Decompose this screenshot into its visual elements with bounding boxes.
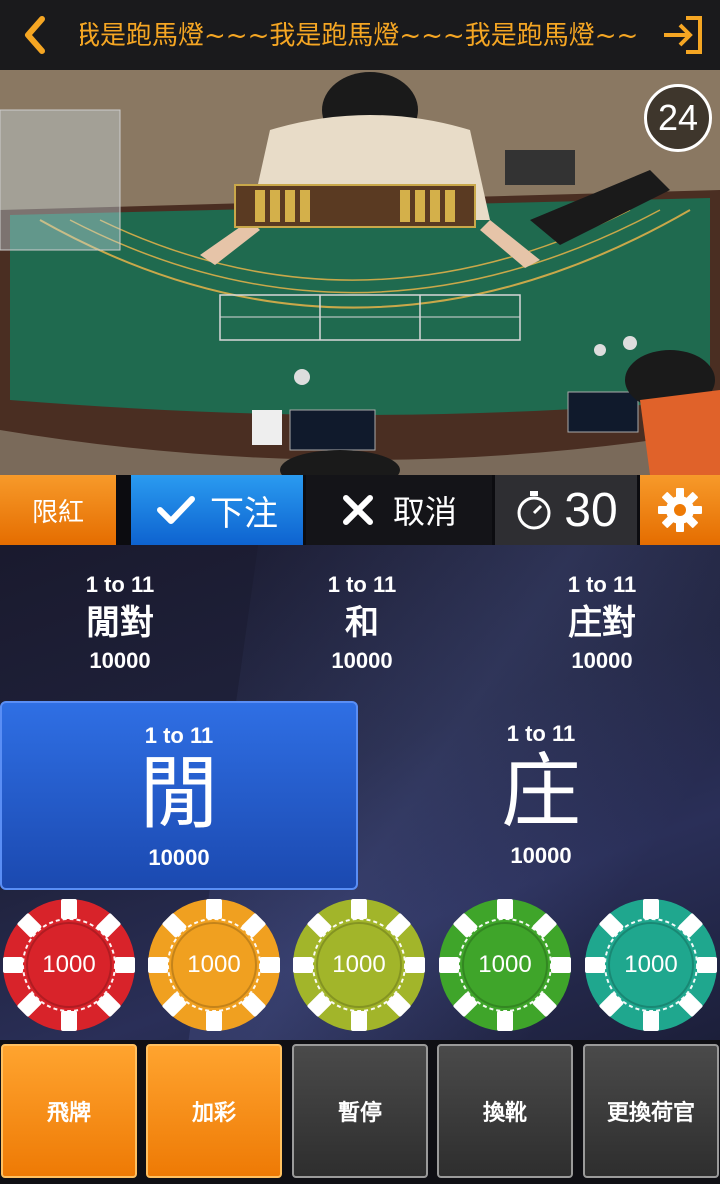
top-bar: 我是跑馬燈~~~我是跑馬燈~~~我是跑馬燈~~ (0, 0, 720, 70)
countdown-timer: 30 (495, 475, 637, 545)
chip-value: 1000 (42, 951, 96, 978)
chip-teal[interactable]: 1000 (583, 897, 719, 1033)
button-label: 暫停 (337, 1101, 382, 1126)
bet-player[interactable]: 1 to 11 閒 10000 (0, 701, 358, 890)
bet-amount: 10000 (510, 843, 572, 868)
bet-name: 和 (345, 603, 379, 643)
bonus-button[interactable]: 加彩 (146, 1044, 282, 1178)
gear-icon (658, 488, 702, 532)
place-bet-label: 下注 (210, 493, 278, 534)
payout-ratio: 1 to 11 (144, 723, 214, 748)
checkmark-icon (157, 496, 195, 524)
chip-value: 1000 (478, 951, 532, 978)
place-bet-button[interactable]: 下注 (131, 475, 303, 545)
bet-amount: 10000 (331, 648, 393, 673)
chip-lime[interactable]: 1000 (291, 897, 427, 1033)
bet-limit-button[interactable]: 限紅 (0, 475, 116, 545)
bet-name: 閒對 (86, 603, 154, 643)
back-button[interactable] (14, 10, 54, 60)
change-dealer-button[interactable]: 更換荷官 (583, 1044, 719, 1178)
cancel-bet-label: 取消 (392, 493, 457, 531)
pause-button[interactable]: 暫停 (292, 1044, 428, 1178)
bet-amount: 10000 (571, 648, 633, 673)
bet-amount: 10000 (89, 648, 151, 673)
timer-value: 30 (564, 483, 618, 537)
bet-name: 庄對 (568, 603, 636, 643)
bet-banker-pair[interactable]: 1 to 11 庄對 10000 (522, 572, 682, 674)
cancel-bet-button[interactable]: 取消 (306, 475, 492, 545)
bet-tie[interactable]: 1 to 11 和 10000 (282, 572, 442, 674)
chip-red[interactable]: 1000 (1, 897, 137, 1033)
bet-amount: 10000 (148, 845, 210, 870)
payout-ratio: 1 to 11 (567, 572, 637, 597)
marquee-text: 我是跑馬燈~~~我是跑馬燈~~~我是跑馬燈~~ (80, 21, 639, 51)
bet-name: 閒 (139, 747, 219, 840)
chip-value: 1000 (332, 951, 386, 978)
bet-name: 庄 (501, 745, 581, 838)
dealer-controls: 飛牌 加彩 暫停 換靴 更換荷官 (0, 1040, 720, 1184)
exit-icon (664, 16, 702, 54)
button-label: 加彩 (191, 1101, 236, 1126)
marquee: 我是跑馬燈~~~我是跑馬燈~~~我是跑馬燈~~ (80, 14, 645, 58)
payout-ratio: 1 to 11 (506, 721, 576, 746)
button-label: 換靴 (482, 1101, 527, 1126)
chip-value: 1000 (187, 951, 241, 978)
baccarat-table-scene (0, 70, 720, 475)
change-shoe-button[interactable]: 換靴 (437, 1044, 573, 1178)
chip-green[interactable]: 1000 (437, 897, 573, 1033)
chevron-left-icon (25, 16, 45, 54)
bet-player-pair[interactable]: 1 to 11 閒對 10000 (40, 572, 200, 674)
live-video: 24 (0, 70, 720, 475)
chip-orange[interactable]: 1000 (146, 897, 282, 1033)
squeeze-card-button[interactable]: 飛牌 (1, 1044, 137, 1178)
round-number-badge: 24 (644, 84, 712, 152)
settings-button[interactable] (640, 475, 720, 545)
button-label: 更換荷官 (606, 1101, 695, 1126)
bet-limit-label: 限紅 (31, 497, 84, 528)
chip-value: 1000 (624, 951, 678, 978)
bet-banker[interactable]: 1 to 11 庄 10000 (362, 701, 720, 890)
bet-area: 1 to 11 閒對 10000 1 to 11 和 10000 1 to 11… (0, 545, 720, 1040)
payout-ratio: 1 to 11 (327, 572, 397, 597)
close-icon (342, 495, 373, 525)
payout-ratio: 1 to 11 (85, 572, 155, 597)
action-bar: 限紅 下注 取消 30 (0, 475, 720, 545)
stopwatch-icon (517, 491, 551, 530)
button-label: 飛牌 (46, 1101, 91, 1126)
exit-button[interactable] (660, 12, 706, 58)
